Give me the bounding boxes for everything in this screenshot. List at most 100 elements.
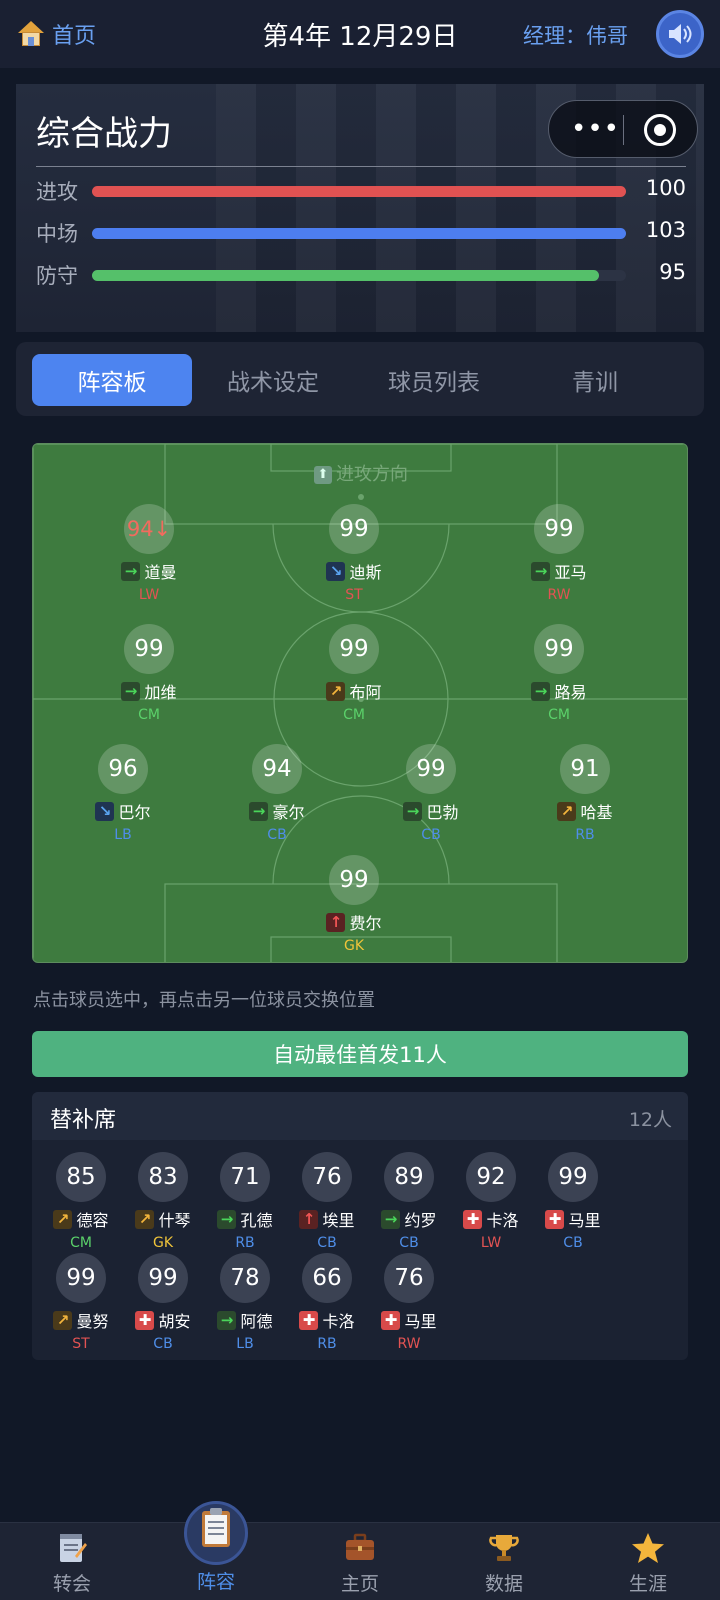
player-card[interactable]: 66 ✚ 卡洛 RB <box>286 1253 368 1352</box>
player-name-row: ↑ 费尔 <box>294 910 414 934</box>
player-rating: 99 <box>534 504 584 554</box>
player-name: 卡洛 <box>486 1211 519 1230</box>
player-rating: 99 <box>124 624 174 674</box>
player-name: 路易 <box>554 683 587 702</box>
rising-arrow-icon: ↗ <box>53 1209 73 1229</box>
player-name-row: → 豪尔 <box>217 799 337 823</box>
steady-arrow-icon: → <box>403 801 423 821</box>
player-position: GK <box>152 1235 174 1251</box>
player-card[interactable]: 91 ↗ 哈基 RB <box>525 744 645 843</box>
nav-label: 生涯 <box>628 1573 667 1595</box>
player-position: CB <box>317 1235 337 1251</box>
steady-arrow-icon: → <box>249 801 269 821</box>
rising-arrow-icon: ↗ <box>53 1310 73 1330</box>
bench-count: 12人 <box>628 1109 672 1131</box>
player-card[interactable]: 99 → 亚马 RW <box>499 504 619 603</box>
stat-bar <box>92 186 626 197</box>
player-card[interactable]: 99 ↗ 布阿 CM <box>294 624 414 723</box>
player-card[interactable]: 94 → 豪尔 CB <box>217 744 337 843</box>
stat-bar <box>92 228 626 239</box>
player-position: CB <box>421 827 441 843</box>
tab-0[interactable]: 阵容板 <box>32 354 192 406</box>
tab-2[interactable]: 球员列表 <box>354 354 514 406</box>
player-card[interactable]: 94↓ → 道曼 LW <box>89 504 209 603</box>
more-icon[interactable]: ••• <box>571 116 620 142</box>
nav-label: 数据 <box>484 1573 523 1595</box>
player-card[interactable]: 99 → 加维 CM <box>89 624 209 723</box>
auto-best-lineup-button[interactable]: 自动最佳首发11人 <box>32 1031 688 1077</box>
player-name-row: ↘ 巴尔 <box>63 799 183 823</box>
speaker-icon <box>669 24 692 44</box>
nav-item-0[interactable]: 转会 <box>0 1523 144 1600</box>
nav-item-3[interactable]: 数据 <box>432 1523 576 1600</box>
player-card[interactable]: 99 → 巴勃 CB <box>371 744 491 843</box>
steady-arrow-icon: → <box>217 1310 237 1330</box>
player-card[interactable]: 76 ✚ 马里 RW <box>368 1253 450 1352</box>
player-rating: 94 <box>252 744 302 794</box>
player-rating: 92 <box>466 1152 516 1202</box>
steady-arrow-icon: → <box>381 1209 401 1229</box>
tab-bar: 阵容板 战术设定 球员列表 青训 <box>16 342 704 416</box>
player-rating: 89 <box>384 1152 434 1202</box>
player-name-row: → 加维 <box>89 679 209 703</box>
player-name-row: ✚ 胡安 <box>122 1308 204 1332</box>
player-name: 卡洛 <box>322 1312 355 1331</box>
player-name: 哈基 <box>580 803 613 822</box>
player-card[interactable]: 99 ↘ 迪斯 ST <box>294 504 414 603</box>
injury-cross-icon: ✚ <box>463 1209 483 1229</box>
pitch-board: ⬆ 进攻方向 94↓ → 道曼 LW 99 ↘ 迪斯 ST 99 → 亚马 RW 99 → 加维 CM 99 ↗ 布阿… <box>32 443 688 963</box>
nav-label: 主页 <box>340 1573 379 1595</box>
player-card[interactable]: 76 ↑ 埃里 CB <box>286 1152 368 1251</box>
rising-arrow-icon: ↗ <box>326 681 346 701</box>
up-arrow-icon: ⬆ <box>314 466 332 484</box>
player-card[interactable]: 92 ✚ 卡洛 LW <box>450 1152 532 1251</box>
player-name: 道曼 <box>144 563 177 582</box>
falling-arrow-icon: ↘ <box>326 561 346 581</box>
swap-hint: 点击球员选中，再点击另一位球员交换位置 <box>33 990 375 1011</box>
player-card[interactable]: 96 ↘ 巴尔 LB <box>63 744 183 843</box>
close-target-icon[interactable] <box>644 114 676 146</box>
player-name-row: ↗ 哈基 <box>525 799 645 823</box>
nav-item-1[interactable]: 阵容 <box>144 1501 288 1600</box>
nav-item-4[interactable]: 生涯 <box>576 1523 720 1600</box>
player-position: CB <box>563 1235 583 1251</box>
player-rating: 99 <box>329 624 379 674</box>
player-rating: 99 <box>138 1253 188 1303</box>
player-card[interactable]: 89 → 约罗 CB <box>368 1152 450 1251</box>
player-card[interactable]: 85 ↗ 德容 CM <box>40 1152 122 1251</box>
injury-cross-icon: ✚ <box>545 1209 565 1229</box>
player-rating: 71 <box>220 1152 270 1202</box>
player-card[interactable]: 99 ✚ 马里 CB <box>532 1152 614 1251</box>
player-card[interactable]: 99 → 路易 CM <box>499 624 619 723</box>
player-position: RB <box>317 1336 337 1352</box>
player-card[interactable]: 99 ↑ 费尔 GK <box>294 855 414 954</box>
player-rating: 99 <box>548 1152 598 1202</box>
tab-3[interactable]: 青训 <box>515 354 675 406</box>
speaker-button[interactable] <box>656 10 704 58</box>
player-card[interactable]: 83 ↗ 什琴 GK <box>122 1152 204 1251</box>
player-card[interactable]: 99 ↗ 曼努 ST <box>40 1253 122 1352</box>
player-card[interactable]: 71 → 孔德 RB <box>204 1152 286 1251</box>
player-name-row: ↗ 曼努 <box>40 1308 122 1332</box>
player-position: LB <box>236 1336 254 1352</box>
player-name-row: → 路易 <box>499 679 619 703</box>
player-position: LB <box>114 827 132 843</box>
player-name-row: ✚ 马里 <box>368 1308 450 1332</box>
player-card[interactable]: 99 ✚ 胡安 CB <box>122 1253 204 1352</box>
tab-1[interactable]: 战术设定 <box>193 354 353 406</box>
stat-bar-fill <box>92 228 626 239</box>
manager-name[interactable]: 经理：伟哥 <box>523 20 628 50</box>
steady-arrow-icon: → <box>217 1209 237 1229</box>
player-card[interactable]: 78 → 阿德 LB <box>204 1253 286 1352</box>
player-position: LW <box>480 1235 502 1251</box>
player-position: CM <box>548 707 570 723</box>
player-position: ST <box>345 587 363 603</box>
player-name: 费尔 <box>349 914 382 933</box>
player-name: 埃里 <box>322 1211 355 1230</box>
player-name-row: → 约罗 <box>368 1207 450 1231</box>
bottom-nav: 转会 阵容 主页 数据 生涯 <box>0 1501 720 1600</box>
player-position: RB <box>235 1235 255 1251</box>
nav-label: 转会 <box>52 1573 91 1595</box>
injury-cross-icon: ✚ <box>299 1310 319 1330</box>
nav-item-2[interactable]: 主页 <box>288 1523 432 1600</box>
